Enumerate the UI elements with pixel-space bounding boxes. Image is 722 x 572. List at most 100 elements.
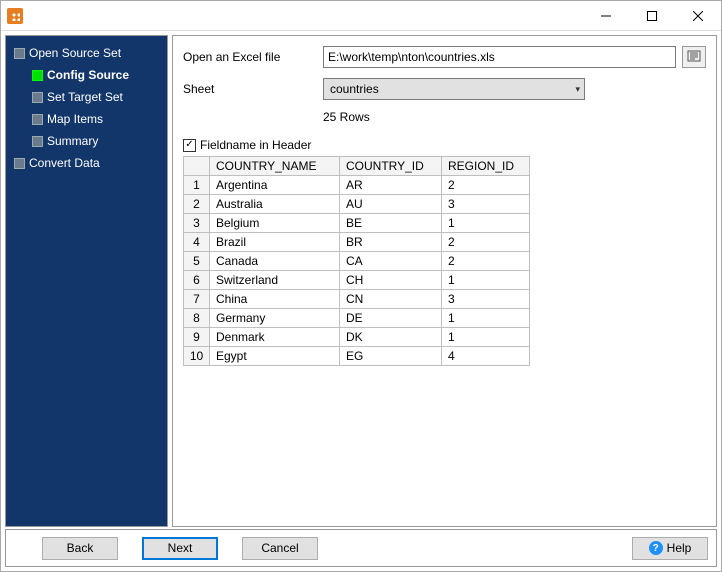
table-cell[interactable]: BE [340,214,442,233]
help-icon: ? [649,541,663,555]
table-cell[interactable]: 1 [442,328,530,347]
table-cell[interactable]: Argentina [210,176,340,195]
table-cell[interactable]: AR [340,176,442,195]
sheet-combo[interactable]: countries ▾ [323,78,585,100]
table-cell[interactable]: Switzerland [210,271,340,290]
table-cell[interactable]: Egypt [210,347,340,366]
fieldname-checkbox[interactable]: ✓ [183,139,196,152]
table-cell[interactable]: 3 [442,195,530,214]
footer-buttons: Back Next Cancel ? Help [5,529,717,567]
table-cell[interactable]: 4 [442,347,530,366]
wizard-steps-sidebar: Open Source Set Config Source Set Target S… [5,35,168,527]
wizard-window: Open Source Set Config Source Set Target S… [0,0,722,572]
table-row[interactable]: 3BelgiumBE1 [184,214,530,233]
next-button[interactable]: Next [142,537,218,560]
table-cell[interactable]: Germany [210,309,340,328]
sidebar-item[interactable]: Set Target Set [10,86,163,108]
column-header[interactable]: COUNTRY_NAME [210,157,340,176]
table-cell[interactable]: 2 [442,252,530,271]
titlebar [1,1,721,31]
table-cell[interactable]: BR [340,233,442,252]
preview-table: COUNTRY_NAMECOUNTRY_IDREGION_ID 1Argenti… [183,156,530,366]
table-row[interactable]: 2AustraliaAU3 [184,195,530,214]
sheet-combo-value: countries [330,82,379,96]
table-row[interactable]: 7ChinaCN3 [184,290,530,309]
table-row[interactable]: 8GermanyDE1 [184,309,530,328]
sidebar-item-label: Convert Data [29,156,100,170]
main-panel: Open an Excel file Sheet countries ▾ 25 … [172,35,717,527]
row-number: 8 [184,309,210,328]
table-cell[interactable]: 2 [442,233,530,252]
row-number: 4 [184,233,210,252]
step-box-icon [32,136,43,147]
row-number: 9 [184,328,210,347]
table-row[interactable]: 6SwitzerlandCH1 [184,271,530,290]
table-cell[interactable]: CA [340,252,442,271]
sidebar-item-label: Summary [47,134,98,148]
table-cell[interactable]: Australia [210,195,340,214]
titlebar-left [7,8,23,24]
step-box-icon [32,70,43,81]
table-cell[interactable]: DK [340,328,442,347]
sidebar-item-label: Config Source [47,68,129,82]
step-box-icon [14,48,25,59]
help-button-label: Help [667,541,692,555]
column-header[interactable]: REGION_ID [442,157,530,176]
table-cell[interactable]: EG [340,347,442,366]
sidebar-item[interactable]: Config Source [10,64,163,86]
sheet-label: Sheet [183,82,323,96]
sidebar-item-label: Open Source Set [29,46,121,60]
table-cell[interactable]: CH [340,271,442,290]
browse-button[interactable] [682,46,706,68]
table-corner [184,157,210,176]
table-row[interactable]: 5CanadaCA2 [184,252,530,271]
table-cell[interactable]: Brazil [210,233,340,252]
step-box-icon [32,114,43,125]
minimize-button[interactable] [583,1,629,30]
sidebar-item[interactable]: Map Items [10,108,163,130]
row-number: 3 [184,214,210,233]
table-row[interactable]: 1ArgentinaAR2 [184,176,530,195]
table-cell[interactable]: Canada [210,252,340,271]
close-button[interactable] [675,1,721,30]
table-cell[interactable]: CN [340,290,442,309]
file-path-input[interactable] [323,46,676,68]
body: Open Source Set Config Source Set Target S… [1,31,721,529]
help-button[interactable]: ? Help [632,537,708,560]
table-row[interactable]: 9DenmarkDK1 [184,328,530,347]
sidebar-item[interactable]: Convert Data [10,152,163,174]
table-row[interactable]: 4BrazilBR2 [184,233,530,252]
fieldname-checkbox-row[interactable]: ✓ Fieldname in Header [183,138,706,152]
table-cell[interactable]: 1 [442,214,530,233]
window-controls [583,1,721,30]
row-count-label: 25 Rows [323,110,706,124]
fieldname-checkbox-label: Fieldname in Header [200,138,311,152]
table-cell[interactable]: Belgium [210,214,340,233]
row-number: 2 [184,195,210,214]
file-row: Open an Excel file [183,46,706,68]
row-number: 6 [184,271,210,290]
chevron-down-icon: ▾ [575,84,580,95]
step-box-icon [32,92,43,103]
row-number: 7 [184,290,210,309]
row-number: 10 [184,347,210,366]
sidebar-item-label: Map Items [47,112,103,126]
table-cell[interactable]: 3 [442,290,530,309]
table-row[interactable]: 10EgyptEG4 [184,347,530,366]
table-cell[interactable]: DE [340,309,442,328]
table-cell[interactable]: 2 [442,176,530,195]
table-cell[interactable]: 1 [442,309,530,328]
maximize-button[interactable] [629,1,675,30]
browse-icon [687,49,701,66]
column-header[interactable]: COUNTRY_ID [340,157,442,176]
sidebar-item[interactable]: Open Source Set [10,42,163,64]
table-cell[interactable]: AU [340,195,442,214]
sidebar-item[interactable]: Summary [10,130,163,152]
step-box-icon [14,158,25,169]
cancel-button[interactable]: Cancel [242,537,318,560]
table-cell[interactable]: 1 [442,271,530,290]
back-button[interactable]: Back [42,537,118,560]
table-cell[interactable]: Denmark [210,328,340,347]
table-cell[interactable]: China [210,290,340,309]
open-file-label: Open an Excel file [183,50,323,64]
